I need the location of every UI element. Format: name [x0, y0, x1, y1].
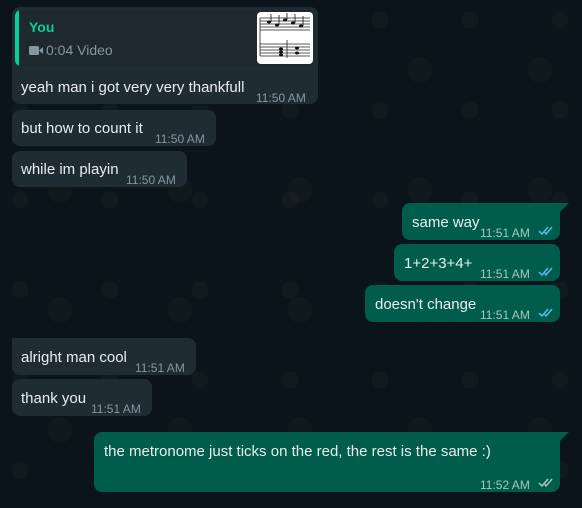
message-bubble-8[interactable]: thank you 11:51 AM [12, 379, 152, 416]
message-text: thank you [21, 390, 87, 407]
message-text: same way [412, 214, 480, 231]
message-bubble-5[interactable]: 1+2+3+4+ 11:51 AM [394, 244, 560, 281]
message-bubble-7[interactable]: alright man cool 11:51 AM [12, 338, 196, 375]
message-text: alright man cool [21, 349, 127, 366]
quote-author: You [29, 19, 55, 35]
message-time: 11:52 AM [480, 478, 530, 492]
message-text: while im playin [21, 161, 119, 178]
quote-accent-bar [15, 10, 19, 66]
message-time: 11:50 AM [126, 173, 176, 187]
message-time: 11:50 AM [256, 91, 306, 105]
quoted-video-reply[interactable]: You 0:04 Video [15, 10, 315, 66]
message-text: doesn't change [375, 296, 477, 313]
message-bubble-6[interactable]: doesn't change 11:51 AM [365, 285, 560, 322]
message-time: 11:51 AM [480, 267, 530, 281]
message-bubble-1[interactable]: You 0:04 Video yeah man i got very very … [12, 7, 318, 105]
message-time: 11:50 AM [155, 132, 205, 146]
message-time: 11:51 AM [135, 361, 185, 375]
double-check-icon [538, 226, 553, 236]
double-check-icon [538, 267, 553, 277]
message-bubble-4[interactable]: same way 11:51 AM [402, 203, 569, 240]
message-text: the metronome just ticks on the red, the… [104, 443, 491, 460]
double-check-icon [538, 308, 553, 318]
message-time: 11:51 AM [91, 402, 141, 416]
bubble-tail [560, 432, 569, 441]
message-bubble-9[interactable]: the metronome just ticks on the red, the… [94, 432, 569, 492]
message-time: 11:51 AM [480, 308, 530, 322]
message-text: yeah man i got very very thankfull [21, 79, 245, 96]
bubble-tail [560, 203, 569, 212]
double-check-icon [538, 478, 553, 488]
quote-media-text: 0:04 Video [46, 42, 113, 58]
video-icon [29, 46, 43, 55]
message-text: but how to count it [21, 120, 143, 137]
message-text: 1+2+3+4+ [404, 255, 473, 272]
quote-media-label: 0:04 Video [29, 41, 113, 60]
message-bubble-3[interactable]: while im playin 11:50 AM [12, 151, 187, 187]
message-time: 11:51 AM [480, 226, 530, 240]
sheet-music-thumbnail[interactable] [257, 12, 313, 64]
message-bubble-2[interactable]: but how to count it 11:50 AM [12, 110, 216, 146]
